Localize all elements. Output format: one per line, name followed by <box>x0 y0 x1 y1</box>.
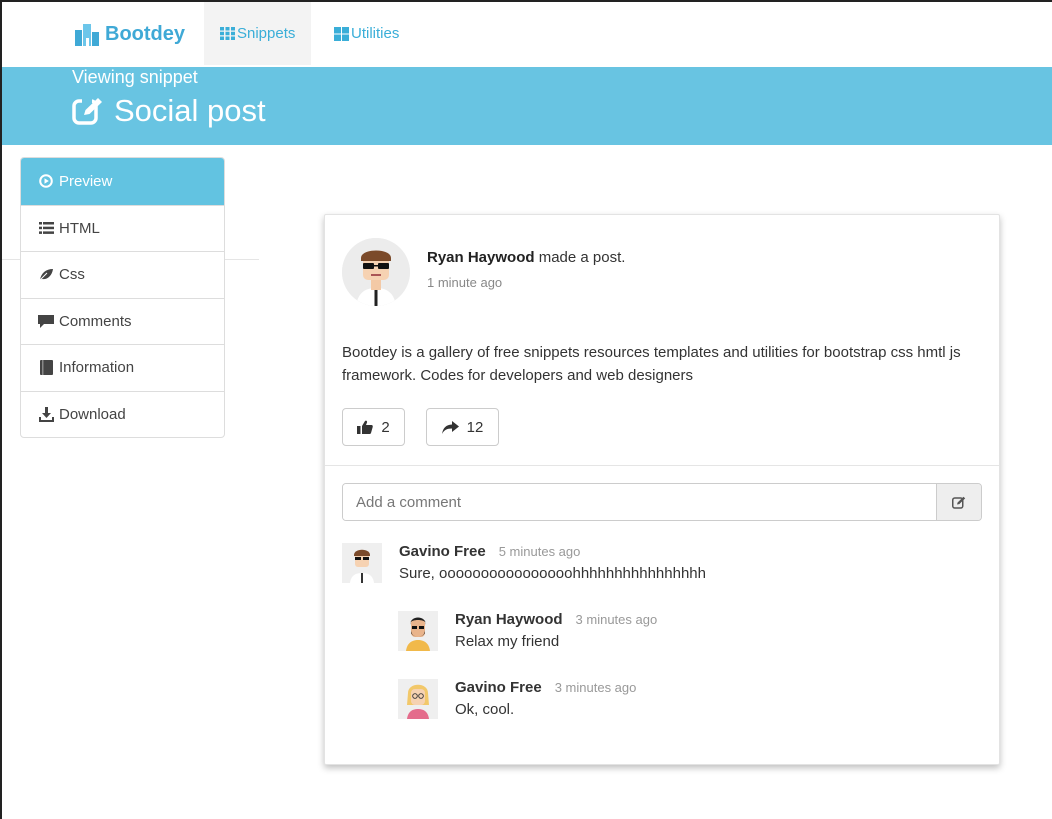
nav-snippets-label: Snippets <box>237 25 296 42</box>
post-author-name[interactable]: Ryan Haywood <box>427 249 535 266</box>
post-action-text: made a post. <box>538 249 626 266</box>
edit-icon <box>952 496 966 509</box>
nav-utilities-label: Utilities <box>351 25 400 42</box>
share-count: 12 <box>466 418 484 436</box>
sidebar-item-download[interactable]: Download <box>21 390 224 438</box>
header-subtitle: Viewing snippet <box>72 67 198 87</box>
comment-timestamp: 3 minutes ago <box>554 680 637 695</box>
brand-name: Bootdey <box>105 22 185 45</box>
post-footer-divider <box>325 465 999 466</box>
book-icon <box>37 360 55 376</box>
leaf-icon <box>37 268 55 282</box>
sidebar-item-information[interactable]: Information <box>21 344 224 391</box>
grid-icon <box>220 27 235 40</box>
share-button[interactable]: 12 <box>426 408 499 446</box>
social-post-card: Ryan Haywood made a post. 1 minute ago B… <box>324 214 1000 765</box>
post-timestamp: 1 minute ago <box>427 275 503 290</box>
top-navbar: Bootdey Snippets Utilities <box>2 2 1052 65</box>
sidebar-item-label: Download <box>59 405 126 423</box>
sidebar-item-preview[interactable]: Preview <box>21 158 224 205</box>
comment-author-line: Gavino Free 5 minutes ago <box>399 543 580 560</box>
nav-snippets[interactable]: Snippets <box>204 2 312 65</box>
like-count: 2 <box>381 418 390 436</box>
comment-text: Ok, cool. <box>455 701 515 718</box>
comment-author[interactable]: Gavino Free <box>455 679 542 696</box>
share-arrow-icon <box>441 420 459 434</box>
list-icon <box>37 222 55 235</box>
bootdey-logo-icon <box>75 24 99 46</box>
comment-text: Relax my friend <box>455 633 560 650</box>
nav-utilities[interactable]: Utilities <box>318 2 415 65</box>
sidebar-item-css[interactable]: Css <box>21 251 224 298</box>
comment-avatar[interactable] <box>342 543 382 583</box>
post-body-text: Bootdey is a gallery of free snippets re… <box>342 344 961 384</box>
comment-form <box>342 483 982 521</box>
comment-icon <box>37 314 55 328</box>
comment-submit-button[interactable] <box>936 484 981 520</box>
snippet-sidebar: Preview HTML Css Comments Information Do… <box>20 157 225 438</box>
edit-icon <box>72 98 102 125</box>
comment-text: Sure, oooooooooooooooohhhhhhhhhhhhhhhh <box>399 565 706 582</box>
sidebar-item-label: Comments <box>59 312 132 330</box>
comment-input[interactable] <box>343 484 936 520</box>
sidebar-item-label: Preview <box>59 172 113 190</box>
post-author-avatar[interactable] <box>342 238 410 306</box>
play-circle-icon <box>37 174 55 189</box>
sidebar-item-label: HTML <box>59 219 100 237</box>
comment-avatar[interactable] <box>398 611 438 651</box>
page-title-text: Social post <box>114 93 266 128</box>
th-large-icon <box>334 26 349 41</box>
brand-logo-link[interactable]: Bootdey <box>74 22 185 46</box>
sidebar-item-label: Css <box>59 266 85 284</box>
thumbs-up-icon <box>357 420 374 434</box>
comment-author[interactable]: Gavino Free <box>399 543 486 560</box>
page-header: Viewing snippet Social post <box>2 67 1052 145</box>
comment-timestamp: 5 minutes ago <box>498 544 581 559</box>
like-button[interactable]: 2 <box>342 408 405 446</box>
comment-timestamp: 3 minutes ago <box>575 612 658 627</box>
comment-author[interactable]: Ryan Haywood <box>455 611 563 628</box>
post-header-line: Ryan Haywood made a post. <box>427 249 625 266</box>
download-icon <box>37 406 55 422</box>
sidebar-item-html[interactable]: HTML <box>21 204 224 252</box>
page-title: Social post <box>72 93 266 129</box>
comment-author-line: Gavino Free 3 minutes ago <box>455 679 636 696</box>
sidebar-item-comments[interactable]: Comments <box>21 297 224 345</box>
comment-avatar[interactable] <box>398 679 438 719</box>
comment-author-line: Ryan Haywood 3 minutes ago <box>455 611 657 628</box>
sidebar-item-label: Information <box>59 359 135 377</box>
